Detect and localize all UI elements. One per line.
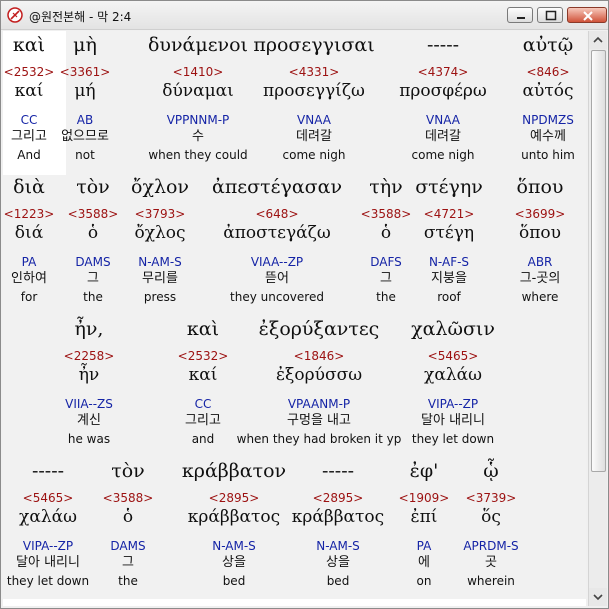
word-parse: VIPA--ZP bbox=[427, 397, 479, 411]
verse-view: καὶ <2532> καί CC 그리고 And μὴ <3361> μή AB 없으므로 not δ… bbox=[3, 31, 586, 606]
word-greek: ᾧ bbox=[483, 460, 499, 482]
word-english: they let down bbox=[411, 432, 495, 446]
word-parse: ABR bbox=[527, 255, 553, 269]
vertical-scrollbar[interactable] bbox=[588, 31, 607, 606]
word-greek: αὐτῷ bbox=[522, 34, 574, 56]
word-strongs[interactable]: <846> bbox=[458, 65, 586, 79]
word-korean: 그-곳의 bbox=[519, 271, 561, 286]
scrollbar-thumb[interactable] bbox=[591, 50, 606, 472]
word-english: wherein bbox=[467, 574, 515, 588]
window-title: @원전본해 - 막 2:4 bbox=[29, 10, 132, 24]
title-bar[interactable]: @원전본해 - 막 2:4 bbox=[1, 1, 608, 30]
minimize-button[interactable] bbox=[507, 7, 533, 23]
close-button[interactable] bbox=[567, 7, 607, 23]
word-korean: 곳 bbox=[485, 555, 497, 570]
word-english: where bbox=[521, 290, 559, 304]
app-window: @원전본해 - 막 2:4 καὶ <2532> καί CC 그리고 And μὴ <336… bbox=[0, 0, 609, 609]
word-greek: χαλῶσιν bbox=[411, 318, 495, 340]
app-feather-icon bbox=[7, 7, 23, 23]
word-english: unto him bbox=[521, 148, 575, 162]
word-strongs[interactable]: <3699> bbox=[450, 207, 586, 221]
word-greek: ὅπου bbox=[516, 176, 564, 198]
word-lemma: χαλάω bbox=[424, 365, 482, 385]
word-parse: NPDMZS bbox=[522, 113, 574, 127]
scroll-down-arrow-icon[interactable] bbox=[589, 588, 607, 606]
word-lemma: ὅς bbox=[481, 507, 501, 527]
word-strongs[interactable]: <5465> bbox=[363, 349, 543, 363]
next-row-fragment bbox=[3, 601, 586, 606]
scroll-up-arrow-icon[interactable] bbox=[589, 31, 607, 49]
maximize-button[interactable] bbox=[537, 7, 563, 23]
word-korean: 달아 내리니 bbox=[421, 413, 485, 428]
word-lemma: ὅπου bbox=[519, 223, 561, 243]
word-lemma: αὐτός bbox=[522, 81, 574, 101]
word-korean: 예수께 bbox=[530, 129, 566, 144]
word-strongs[interactable]: <3739> bbox=[401, 491, 581, 505]
word-parse: APRDM-S bbox=[463, 539, 519, 553]
